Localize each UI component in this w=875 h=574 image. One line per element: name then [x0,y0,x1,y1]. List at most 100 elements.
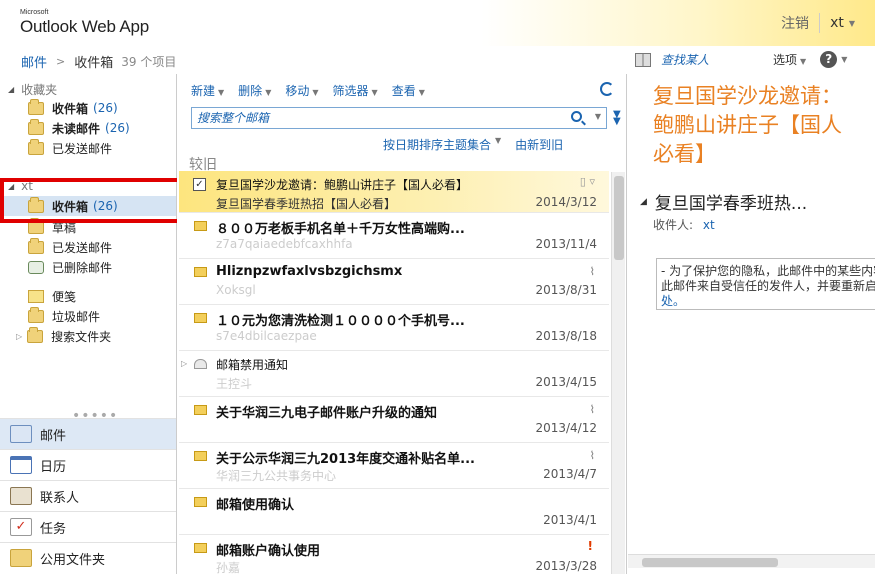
find-someone-link[interactable]: 查找某人 [661,51,709,68]
message-row[interactable]: 邮箱使用确认 2013/4/1 [179,489,609,535]
inbox-folder-icon [28,98,44,115]
fav-unread[interactable]: 未读邮件 (26) [28,118,130,138]
folder-deleted[interactable]: 已删除邮件 [28,257,112,277]
collapse-triangle-icon[interactable]: ◢ [8,85,14,94]
chevron-down-icon: ▼ [218,88,225,97]
double-chevron-down-icon[interactable]: ▼ ▼ [613,110,621,127]
conversation-header[interactable]: ◢ 复旦国学春季班热... [640,189,807,214]
module-calendar[interactable]: 日历 [0,449,176,480]
outlook-logo: Microsoft Outlook Web App [20,9,149,37]
notice-link[interactable]: 处。 [661,294,875,309]
delete-button[interactable]: 删除 ▼ [238,82,271,99]
message-from: 复旦国学春季班热招【国人必看】 [216,197,397,211]
module-contacts[interactable]: 联系人 [0,480,176,511]
chevron-right-icon: > [56,55,66,68]
junk-folder-icon [28,306,44,323]
search-input[interactable] [192,108,552,128]
message-row[interactable]: 邮箱账户确认使用 孙嘉 2013/3/28 ! [179,535,609,574]
new-button[interactable]: 新建 ▼ [191,82,224,99]
address-book-icon[interactable] [635,52,651,67]
folder-search-label: 搜索文件夹 [51,329,112,344]
message-row[interactable]: 关于公示华润三九2013年度交通补贴名单... 华润三九公共事务中心 2013/… [179,443,609,489]
expand-triangle-icon[interactable]: ▷ [16,332,22,341]
filter-button[interactable]: 筛选器 ▼ [333,82,378,99]
fav-inbox-label: 收件箱 [52,101,89,116]
message-from: s7e4dbilcaezpae [216,329,317,343]
collapse-triangle-icon[interactable]: ◢ [640,197,647,207]
message-date: 2013/8/18 [535,329,597,343]
message-row[interactable]: ✓ 复旦国学沙龙邀请：鲍鹏山讲庄子【国人必看】 复旦国学春季班热招【国人必看】 … [179,171,609,213]
message-row[interactable]: ▷ 邮箱禁用通知 王控斗 2013/4/15 [179,351,609,397]
notice-line: - 为了保护您的隐私，此邮件中的某些内容 [661,264,875,278]
message-date: 2013/8/31 [535,283,597,297]
scrollbar-thumb[interactable] [614,176,624,260]
chevron-down-icon[interactable]: ▼ [841,55,847,64]
delete-label: 删除 [238,84,263,98]
breadcrumb-folder: 收件箱 [74,56,114,71]
message-row[interactable]: １０元为您清洗检测１００００个手机号... s7e4dbilcaezpae 20… [179,305,609,351]
list-scrollbar[interactable] [611,172,625,574]
help-icon[interactable]: ? [820,51,838,68]
folder-notes[interactable]: 便笺 [28,286,76,306]
recipient-line: 收件人: xt [653,216,715,233]
read-envelope-icon [194,359,207,369]
options-label: 选项 [773,53,798,67]
message-list-pane: 新建▼ 删除▼ 移动▼ 筛选器▼ 查看▼ ▼ ▼▼ 按日期排序主题集合 ▼ 由新… [177,74,627,574]
signout-link[interactable]: 注销 [781,13,809,33]
message-date: 2013/4/12 [535,421,597,435]
flag-icon[interactable]: ▯ ▿ [580,175,595,188]
unread-count: (26) [105,121,130,135]
sort-order-toggle[interactable]: 由新到旧 [515,136,563,153]
folder-notes-label: 便笺 [52,289,77,304]
folder-search[interactable]: ▷ 搜索文件夹 [16,326,111,346]
chevron-down-icon: ▼ [371,88,378,97]
reading-hscrollbar[interactable] [628,554,875,568]
envelope-icon [194,451,207,461]
notes-icon [28,289,44,303]
recipient-link[interactable]: xt [703,218,715,232]
expand-triangle-icon[interactable]: ▷ [181,359,187,368]
sent-folder-icon [28,237,44,254]
chevron-down-icon: ▼ [800,57,807,66]
module-calendar-label: 日历 [40,459,67,475]
chevron-down-icon: ▼ [265,88,272,97]
chevron-down-icon[interactable]: ▼ [849,19,855,28]
scrollbar-thumb[interactable] [642,558,778,567]
search-icon[interactable] [571,111,582,122]
folder-sent[interactable]: 已发送邮件 [28,237,112,257]
move-button[interactable]: 移动 ▼ [285,82,318,99]
message-subject: 复旦国学沙龙邀请：鲍鹏山讲庄子【国人必看】 [216,178,469,192]
sent-folder-icon [28,138,44,155]
message-list: ✓ 复旦国学沙龙邀请：鲍鹏山讲庄子【国人必看】 复旦国学春季班热招【国人必看】 … [179,171,609,574]
module-mail[interactable]: 邮件 [0,418,176,449]
select-checkbox[interactable]: ✓ [193,178,206,191]
module-public-folders[interactable]: 公用文件夹 [0,542,176,573]
message-date: 2013/3/28 [535,559,597,573]
view-button[interactable]: 查看 ▼ [392,82,425,99]
message-title: 复旦国学沙龙邀请：鲍鹏山讲庄子【国人必看】 [653,84,842,166]
message-subject: 关于华润三九电子邮件账户升级的通知 [216,406,438,421]
fav-unread-label: 未读邮件 [52,121,101,136]
sort-by-menu[interactable]: 按日期排序主题集合 [383,136,491,153]
module-public-label: 公用文件夹 [40,552,106,568]
trash-icon [28,260,44,274]
chevron-down-icon[interactable]: ▼ [495,136,501,153]
options-menu[interactable]: 选项 ▼ [773,51,806,68]
chevron-down-icon: ▼ [312,88,319,97]
folder-junk[interactable]: 垃圾邮件 [28,306,100,326]
module-tasks[interactable]: ✓ 任务 [0,511,176,542]
module-switcher: 邮件 日历 联系人 ✓ 任务 公用文件夹 [0,418,176,573]
chevron-down-icon: ▼ [418,88,425,97]
refresh-icon[interactable] [600,82,614,96]
fav-inbox[interactable]: 收件箱 (26) [28,98,118,118]
message-row[interactable]: Hliznpzwfaxlvsbzgichsmx Xoksgl 2013/8/31… [179,259,609,305]
contacts-icon [10,487,32,505]
mail-icon [10,425,32,443]
breadcrumb-mail-link[interactable]: 邮件 [21,52,47,71]
user-menu[interactable]: xt [830,15,844,31]
favorites-header[interactable]: ◢ 收藏夹 [8,81,57,98]
chevron-down-icon[interactable]: ▼ [595,112,601,121]
fav-sent[interactable]: 已发送邮件 [28,138,112,158]
message-row[interactable]: 关于华润三九电子邮件账户升级的通知 2013/4/12 ⌇ [179,397,609,443]
message-row[interactable]: ８００万老板手机名单＋千万女性高端购... z7a7qaiaedebfcaxhh… [179,213,609,259]
